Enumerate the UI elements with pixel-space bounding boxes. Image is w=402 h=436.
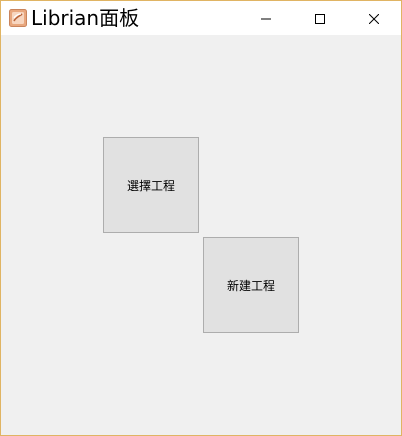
close-icon <box>368 9 380 28</box>
new-project-label: 新建工程 <box>226 278 275 293</box>
new-project-button[interactable]: 新建工程 <box>203 237 299 333</box>
window-title: Librian面板 <box>31 6 140 30</box>
maximize-button[interactable] <box>297 1 343 35</box>
title-bar[interactable]: Librian面板 <box>1 1 401 35</box>
open-project-button[interactable]: 選擇工程 <box>103 137 199 233</box>
close-button[interactable] <box>351 1 397 35</box>
maximize-icon <box>315 9 325 28</box>
panel-client-area: 選擇工程 新建工程 <box>1 35 401 435</box>
minimize-button[interactable] <box>243 1 289 35</box>
librian-app-icon <box>9 9 27 27</box>
app-window: Librian面板 選擇工程 新建工程 <box>0 0 402 436</box>
minimize-icon <box>261 9 271 28</box>
open-project-label: 選擇工程 <box>126 178 175 193</box>
